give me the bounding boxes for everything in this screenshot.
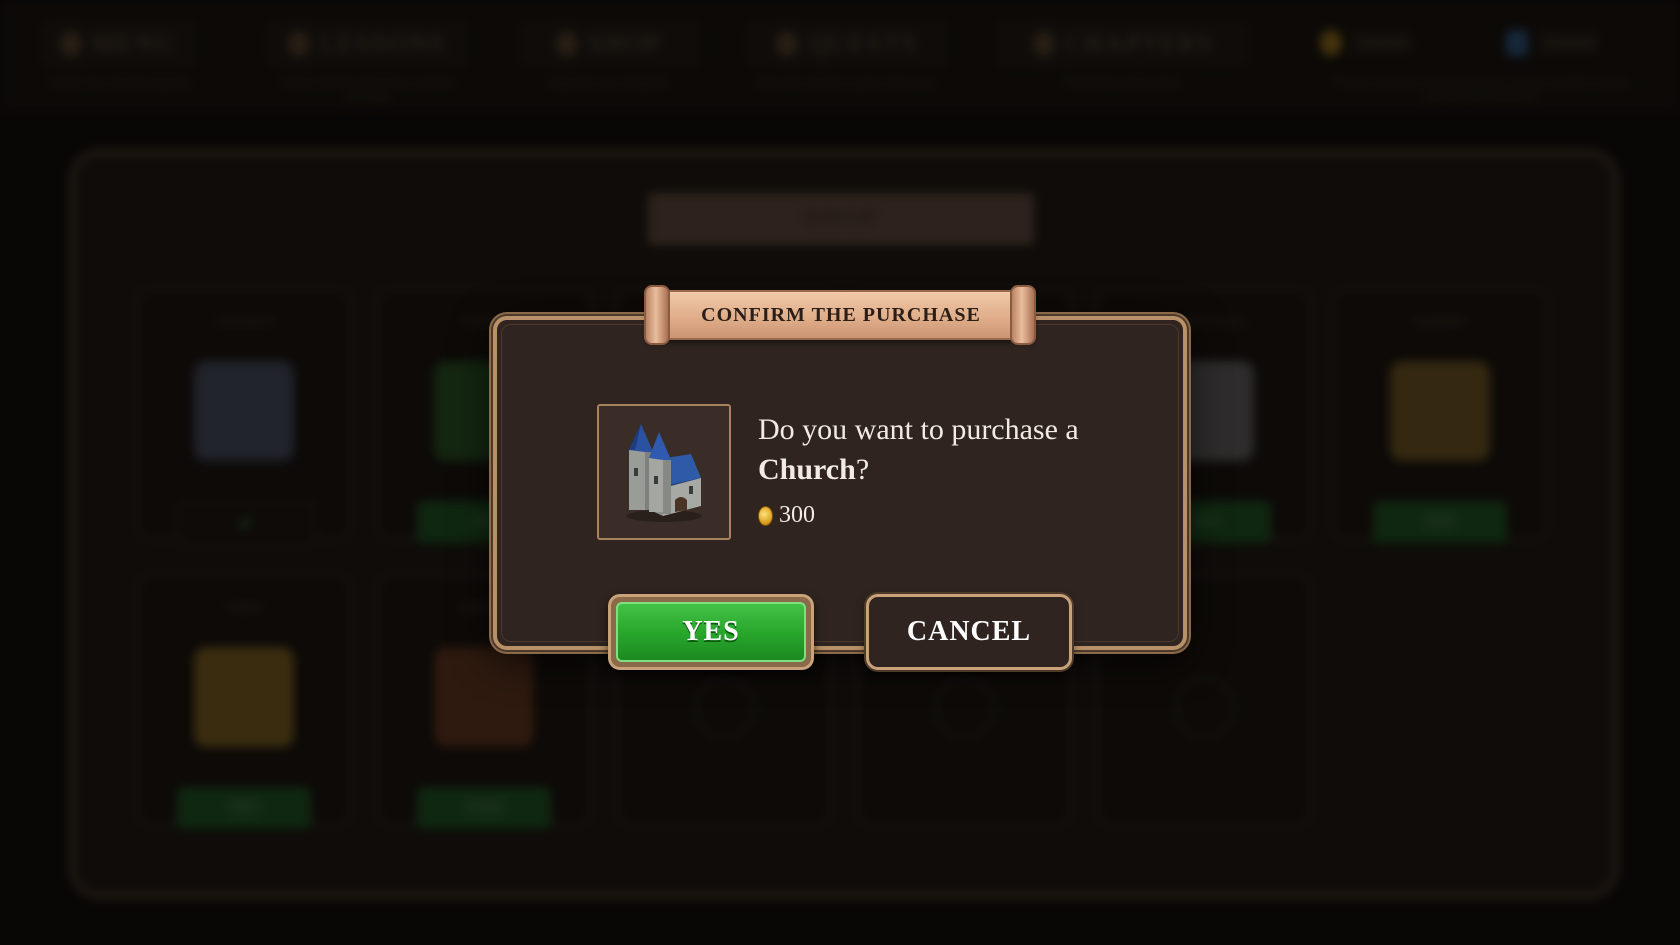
question-suffix: ?: [855, 453, 870, 486]
cancel-button-label: CANCEL: [906, 616, 1032, 647]
yes-button-label: YES: [682, 616, 740, 647]
item-price: 300: [758, 502, 815, 529]
item-thumbnail: [597, 404, 731, 540]
question-prefix: Do you want to purchase a: [758, 413, 1079, 446]
purchase-question-text: Do you want to purchase a Church?: [758, 410, 1158, 490]
dialog-title-banner: CONFIRM THE PURCHASE: [648, 290, 1034, 340]
banner-scroll-left-roll: [644, 285, 670, 345]
item-price-value: 300: [779, 502, 815, 528]
item-name: Church: [758, 453, 856, 486]
yes-button-face[interactable]: YES: [616, 602, 806, 662]
church-icon: [626, 424, 702, 522]
banner-scroll-right-roll: [1010, 285, 1036, 345]
dialog-title: CONFIRM THE PURCHASE: [701, 303, 981, 326]
yes-button[interactable]: YES: [608, 594, 814, 670]
cancel-button[interactable]: CANCEL: [866, 594, 1072, 670]
gold-coin-icon: [758, 505, 773, 526]
